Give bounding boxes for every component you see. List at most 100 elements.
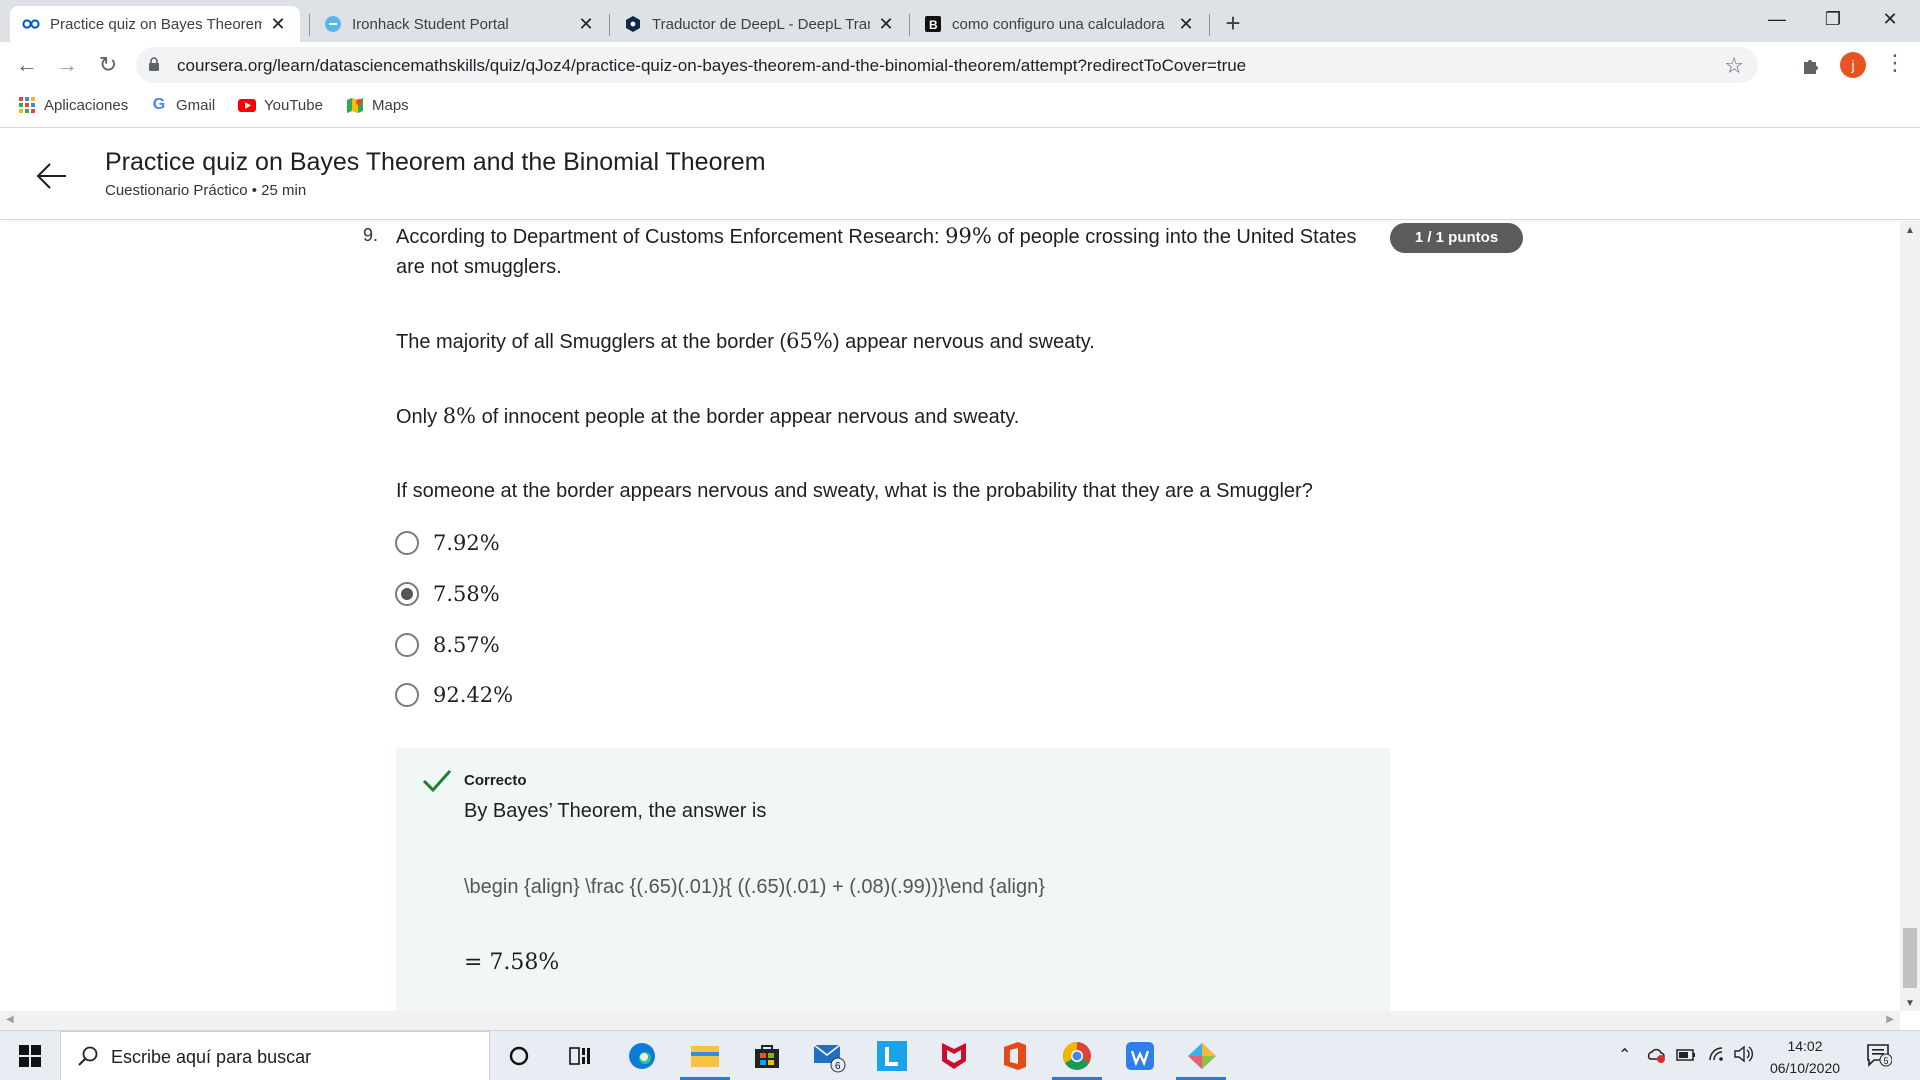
- feedback-status: Correcto: [464, 772, 527, 789]
- answer-option[interactable]: 8.57%: [395, 630, 500, 660]
- volume-icon[interactable]: [1734, 1045, 1754, 1068]
- wifi-icon[interactable]: [1708, 1046, 1726, 1067]
- scroll-down-arrow-icon[interactable]: ▼: [1905, 998, 1915, 1009]
- question-paragraph-3: Only 8% of innocent people at the border…: [396, 401, 1386, 432]
- tab-divider: [609, 14, 610, 36]
- url-text: coursera.org/learn/datasciencemathskills…: [177, 56, 1247, 75]
- option-label: 7.58%: [433, 582, 500, 606]
- question-paragraph-1: According to Department of Customs Enfor…: [396, 221, 1386, 282]
- clock-date: 06/10/2020: [1769, 1060, 1841, 1076]
- system-clock[interactable]: 14:02 06/10/2020: [1760, 1035, 1850, 1079]
- tab-deepl[interactable]: Traductor de DeepL - DeepL Tran ✕: [612, 6, 908, 42]
- tab-bing[interactable]: B como configuro una calculadora ✕: [912, 6, 1208, 42]
- scroll-left-arrow-icon[interactable]: ◀: [6, 1014, 14, 1025]
- store-icon[interactable]: [750, 1039, 784, 1073]
- answer-option-selected[interactable]: 7.58%: [395, 579, 500, 609]
- math-run: 65%: [786, 329, 833, 353]
- text-run: ) appear nervous and sweaty.: [832, 331, 1095, 353]
- bookmark-apps[interactable]: Aplicaciones: [18, 96, 128, 114]
- bookmark-star-icon[interactable]: ☆: [1724, 53, 1744, 79]
- forward-button[interactable]: →: [52, 50, 82, 80]
- new-tab-button[interactable]: +: [1218, 8, 1248, 38]
- scroll-up-arrow-icon[interactable]: ▲: [1905, 225, 1915, 236]
- edge-icon[interactable]: [625, 1039, 659, 1073]
- answer-option[interactable]: 92.42%: [395, 680, 513, 710]
- bookmark-label: Aplicaciones: [44, 96, 129, 114]
- tab-ironhack[interactable]: Ironhack Student Portal ✕: [312, 6, 608, 42]
- back-arrow-icon[interactable]: [34, 158, 70, 194]
- text-run: Only: [396, 406, 443, 428]
- back-button[interactable]: ←: [12, 50, 42, 80]
- cloud-sync-error-icon[interactable]: [1646, 1047, 1666, 1068]
- text-run: According to Department of Customs Enfor…: [396, 226, 946, 248]
- mcafee-icon[interactable]: [937, 1039, 971, 1073]
- reload-button[interactable]: ↻: [93, 50, 123, 80]
- bookmark-gmail[interactable]: G Gmail: [150, 96, 215, 114]
- taskbar: Escribe aquí para buscar 6 ⌃ 14:02 06/10…: [0, 1030, 1920, 1080]
- radio-button[interactable]: [395, 633, 419, 657]
- close-tab-icon[interactable]: ✕: [576, 14, 596, 35]
- tab-strip: Practice quiz on Bayes Theorem a ✕ Ironh…: [0, 0, 1920, 42]
- vertical-scrollbar[interactable]: ▲ ▼: [1900, 221, 1920, 1011]
- battery-icon[interactable]: [1676, 1048, 1696, 1066]
- file-explorer-icon[interactable]: [688, 1039, 722, 1073]
- page-subtitle: Cuestionario Práctico • 25 min: [105, 182, 307, 199]
- question-number: 9.: [363, 225, 379, 245]
- ironhack-icon: [324, 15, 342, 33]
- search-icon: [78, 1046, 98, 1066]
- search-placeholder: Escribe aquí para buscar: [111, 1047, 312, 1067]
- wps-office-icon[interactable]: [1123, 1039, 1157, 1073]
- points-badge: 1 / 1 puntos: [1390, 223, 1523, 253]
- bookmark-maps[interactable]: Maps: [346, 96, 409, 114]
- cortana-icon[interactable]: [502, 1039, 536, 1073]
- scroll-right-arrow-icon[interactable]: ▶: [1886, 1014, 1894, 1025]
- launcher-l-icon[interactable]: [875, 1039, 909, 1073]
- tab-title: Traductor de DeepL - DeepL Tran: [652, 15, 870, 33]
- task-view-icon[interactable]: [563, 1039, 597, 1073]
- profile-avatar[interactable]: j: [1840, 52, 1866, 78]
- bookmark-label: Gmail: [176, 96, 216, 114]
- apps-grid-icon: [18, 96, 36, 114]
- chrome-icon[interactable]: [1060, 1039, 1094, 1073]
- maps-icon: [346, 96, 364, 114]
- feedback-latex: \begin {align} \frac {(.65)(.01)}{ ((.65…: [464, 876, 1045, 898]
- colorful-diamond-app-icon[interactable]: [1185, 1039, 1219, 1073]
- page-title: Practice quiz on Bayes Theorem and the B…: [105, 148, 766, 176]
- minimize-button[interactable]: —: [1747, 0, 1807, 40]
- deepl-icon: [624, 15, 642, 33]
- close-tab-icon[interactable]: ✕: [1176, 14, 1196, 35]
- tab-coursera[interactable]: Practice quiz on Bayes Theorem a ✕: [10, 6, 300, 42]
- tab-title: Practice quiz on Bayes Theorem a: [50, 15, 262, 33]
- close-window-button[interactable]: ✕: [1860, 0, 1920, 40]
- windows-start-button[interactable]: [0, 1031, 60, 1080]
- mail-icon[interactable]: 6: [812, 1039, 846, 1073]
- notification-count: 5: [1884, 1056, 1889, 1066]
- bookmark-label: Maps: [372, 96, 409, 114]
- address-bar[interactable]: coursera.org/learn/datasciencemathskills…: [136, 47, 1758, 83]
- extensions-puzzle-icon[interactable]: [1800, 54, 1822, 76]
- youtube-icon: [238, 96, 256, 114]
- radio-button[interactable]: [395, 531, 419, 555]
- tray-overflow-chevron-icon[interactable]: ⌃: [1618, 1045, 1631, 1065]
- bookmark-youtube[interactable]: YouTube: [238, 96, 323, 114]
- close-tab-icon[interactable]: ✕: [876, 14, 896, 35]
- answer-option[interactable]: 7.92%: [395, 528, 500, 558]
- horizontal-scrollbar[interactable]: ◀ ▶: [0, 1011, 1900, 1031]
- scrollbar-thumb[interactable]: [1903, 928, 1917, 988]
- taskbar-search[interactable]: Escribe aquí para buscar: [60, 1031, 490, 1080]
- option-label: 92.42%: [433, 683, 514, 707]
- math-run: 8%: [442, 404, 477, 428]
- navigation-bar: ← → ↻ coursera.org/learn/datasciencemath…: [0, 42, 1920, 88]
- math-run: 99%: [945, 224, 992, 248]
- clock-time: 14:02: [1787, 1038, 1823, 1054]
- action-center-icon[interactable]: 5: [1866, 1043, 1893, 1067]
- restore-button[interactable]: ❐: [1803, 0, 1863, 40]
- browser-menu-icon[interactable]: ⋮: [1884, 50, 1906, 76]
- svg-text:B: B: [929, 18, 938, 32]
- office-icon[interactable]: [998, 1039, 1032, 1073]
- radio-button-selected[interactable]: [395, 582, 419, 606]
- radio-button[interactable]: [395, 683, 419, 707]
- close-tab-icon[interactable]: ✕: [268, 14, 288, 35]
- tab-divider: [909, 14, 910, 36]
- text-run: of innocent people at the border appear …: [476, 406, 1020, 428]
